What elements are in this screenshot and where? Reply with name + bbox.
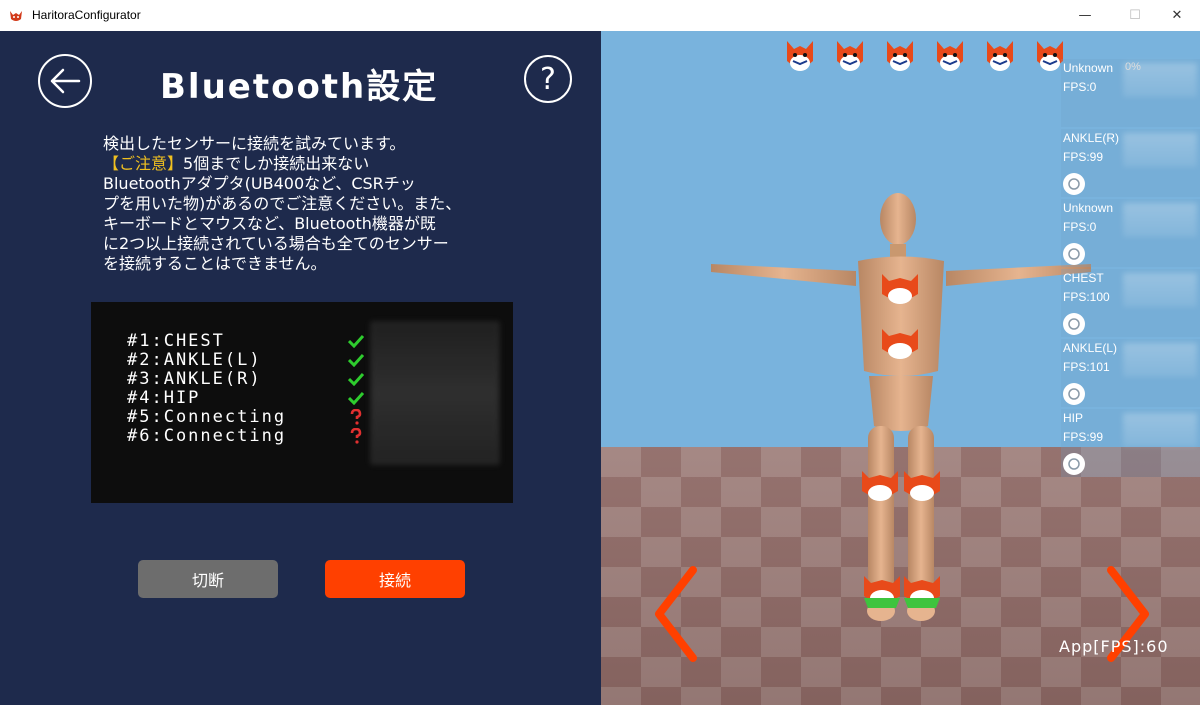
sensor-row: #4:HIP	[127, 387, 364, 408]
battery-percent: 0%	[1125, 61, 1141, 73]
device-status-item: HIP FPS:99	[1061, 409, 1200, 477]
blurred-device-info	[1123, 413, 1197, 447]
device-fps: FPS:99	[1063, 150, 1104, 164]
sensor-label: #6:Connecting	[127, 425, 287, 446]
warning-label: 【ご注意】	[103, 154, 184, 173]
sensor-row: #3:ANKLE(R)	[127, 368, 364, 389]
battery-icon	[1063, 383, 1085, 405]
window-titlebar: HaritoraConfigurator — ☐ ✕	[0, 0, 1200, 32]
device-name: HIP	[1063, 411, 1084, 425]
sensor-row: #2:ANKLE(L)	[127, 349, 364, 370]
check-icon	[347, 389, 365, 407]
description-line: を接続することはできません。	[103, 254, 327, 273]
device-name: CHEST	[1063, 271, 1104, 285]
app-fps-readout: App[FPS]:60	[1059, 637, 1169, 656]
blurred-device-info	[1123, 203, 1197, 237]
device-fps: FPS:0	[1063, 220, 1097, 234]
sensor-row: #1:CHEST	[127, 330, 364, 351]
sensor-label: #3:ANKLE(R)	[127, 368, 262, 389]
battery-icon	[1063, 453, 1085, 475]
tracker-mascot-icon	[887, 41, 913, 71]
device-status-item: CHEST FPS:100	[1061, 269, 1200, 337]
battery-icon	[1063, 313, 1085, 335]
check-icon	[347, 332, 365, 350]
mannequin-avatar	[711, 193, 1091, 621]
app-icon	[10, 11, 22, 21]
device-fps: FPS:100	[1063, 290, 1110, 304]
device-name: ANKLE(R)	[1063, 131, 1120, 145]
device-status-item: Unknown FPS:0	[1061, 199, 1200, 267]
battery-icon	[1063, 173, 1085, 195]
tracker-mascot-icon	[787, 41, 813, 71]
question-icon: ?	[540, 61, 556, 97]
tracker-mascot-icon	[837, 41, 863, 71]
battery-icon	[1063, 243, 1085, 265]
minimize-button[interactable]: —	[1062, 0, 1108, 31]
sensor-row: #5:Connecting	[127, 406, 362, 427]
3d-viewport[interactable]: Unknown 0% FPS:0 ANKLE(R) FPS:99 Unknown…	[601, 31, 1200, 705]
blurred-device-info	[1123, 133, 1197, 167]
previous-arrow-button[interactable]	[651, 564, 701, 664]
device-fps: FPS:101	[1063, 360, 1110, 374]
sensor-label: #1:CHEST	[127, 330, 225, 351]
disconnect-button[interactable]: 切断	[138, 560, 278, 598]
question-icon	[347, 427, 365, 445]
arrow-left-icon	[50, 68, 81, 94]
description-line: Bluetoothアダプタ(UB400など、CSRチッ	[103, 174, 416, 193]
sensor-status-panel: #1:CHEST #2:ANKLE(L) #3:ANKLE(R) #4:HIP …	[91, 302, 513, 503]
device-status-item: ANKLE(R) FPS:99	[1061, 129, 1200, 197]
description-line: プを用いた物)があるのでご注意ください。また、	[103, 194, 462, 213]
description-line: キーボードとマウスなど、Bluetooth機器が既	[103, 214, 436, 233]
check-icon	[347, 351, 365, 369]
device-status-item: ANKLE(L) FPS:101	[1061, 339, 1200, 407]
blurred-sensor-addresses	[371, 322, 499, 464]
device-status-item: Unknown 0% FPS:0	[1061, 59, 1200, 127]
back-button[interactable]	[38, 54, 92, 108]
sensor-row: #6:Connecting	[127, 425, 362, 446]
maximize-button[interactable]: ☐	[1112, 0, 1158, 31]
device-fps: FPS:0	[1063, 80, 1097, 94]
check-icon	[347, 370, 365, 388]
device-name: ANKLE(L)	[1063, 341, 1118, 355]
sensor-label: #4:HIP	[127, 387, 201, 408]
bluetooth-settings-panel: Bluetooth設定 ? 検出したセンサーに接続を試みています。 【ご注意】5…	[0, 31, 601, 705]
window-title: HaritoraConfigurator	[32, 8, 141, 22]
device-name: Unknown	[1063, 61, 1114, 75]
tracker-mascot-icon	[937, 41, 963, 71]
tracker-mascot-icon	[987, 41, 1013, 71]
close-button[interactable]: ✕	[1154, 0, 1200, 31]
question-icon	[347, 408, 365, 426]
description-line: 検出したセンサーに接続を試みています。	[103, 134, 406, 153]
connect-button[interactable]: 接続	[325, 560, 465, 598]
description-text: 検出したセンサーに接続を試みています。 【ご注意】5個までしか接続出来ない Bl…	[103, 134, 533, 274]
description-line: 【ご注意】5個までしか接続出来ない	[103, 154, 533, 174]
warning-text: 5個までしか接続出来ない	[183, 154, 370, 173]
device-name: Unknown	[1063, 201, 1114, 215]
sensor-label: #2:ANKLE(L)	[127, 349, 262, 370]
help-button[interactable]: ?	[524, 55, 572, 103]
sensor-label: #5:Connecting	[127, 406, 287, 427]
description-line: に2つ以上接続されている場合も全てのセンサー	[103, 234, 449, 253]
blurred-device-info	[1123, 343, 1197, 377]
blurred-device-info	[1123, 273, 1197, 307]
device-fps: FPS:99	[1063, 430, 1104, 444]
page-title: Bluetooth設定	[160, 67, 439, 107]
